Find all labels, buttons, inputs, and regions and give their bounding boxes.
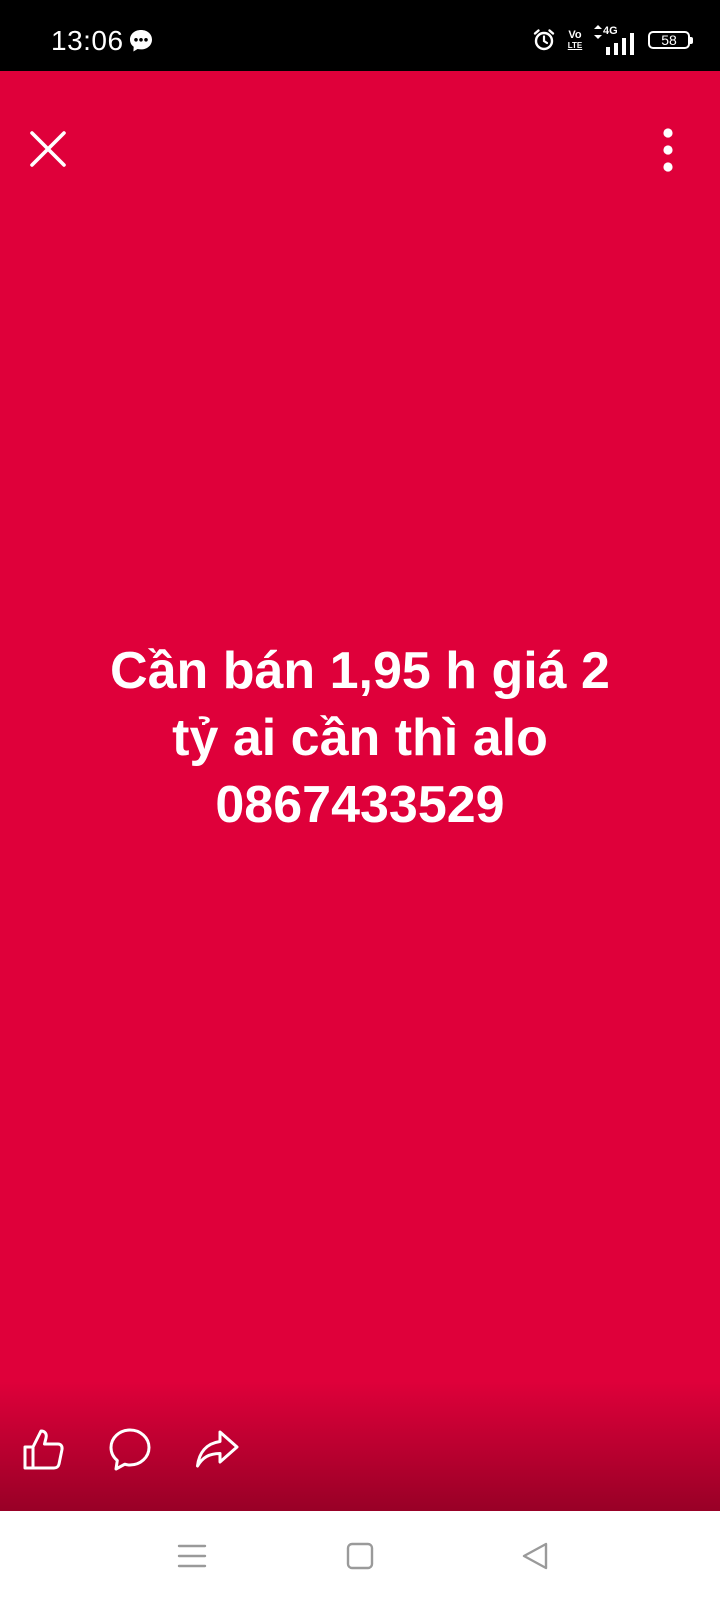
story-text: Cần bán 1,95 h giá 2 tỷ ai cần thì alo 0… <box>60 638 660 839</box>
story-text-line: 0867433529 <box>215 776 505 834</box>
alarm-clock-icon <box>533 29 555 51</box>
status-icons: Vo LTE 4G 58 <box>532 22 693 58</box>
volte-indicator: Vo LTE <box>566 28 584 51</box>
close-icon[interactable] <box>26 127 70 171</box>
system-nav-bar <box>0 1511 720 1600</box>
screen: 13:06 Vo LTE 4G 58 Cần bán 1,95 h giá 2 … <box>0 0 720 1600</box>
back-triangle-icon[interactable] <box>518 1539 552 1573</box>
cellular-indicator: 4G <box>594 25 638 55</box>
battery-level: 58 <box>661 32 677 48</box>
more-vertical-icon[interactable] <box>656 127 680 173</box>
comment-bubble-icon[interactable] <box>107 1426 153 1472</box>
volte-bottom: LTE <box>567 40 583 50</box>
thumbs-up-icon[interactable] <box>21 1426 67 1472</box>
messenger-bubble-icon <box>130 30 152 52</box>
menu-lines-icon[interactable] <box>175 1539 209 1573</box>
story-text-line: Cần bán 1,95 h giá 2 <box>110 642 610 700</box>
story-viewer[interactable]: Cần bán 1,95 h giá 2 tỷ ai cần thì alo 0… <box>0 71 720 1511</box>
story-actions <box>0 1426 720 1476</box>
volte-top: Vo <box>568 28 582 41</box>
status-time: 13:06 <box>51 25 124 56</box>
home-square-icon[interactable] <box>343 1539 377 1573</box>
battery-indicator: 58 <box>648 31 693 49</box>
data-arrows-icon <box>594 25 602 39</box>
story-text-line: tỷ ai cần thì alo <box>172 709 548 767</box>
signal-bars-icon <box>606 33 634 55</box>
share-arrow-icon[interactable] <box>194 1426 240 1472</box>
status-bar: 13:06 Vo LTE 4G 58 <box>0 0 720 71</box>
